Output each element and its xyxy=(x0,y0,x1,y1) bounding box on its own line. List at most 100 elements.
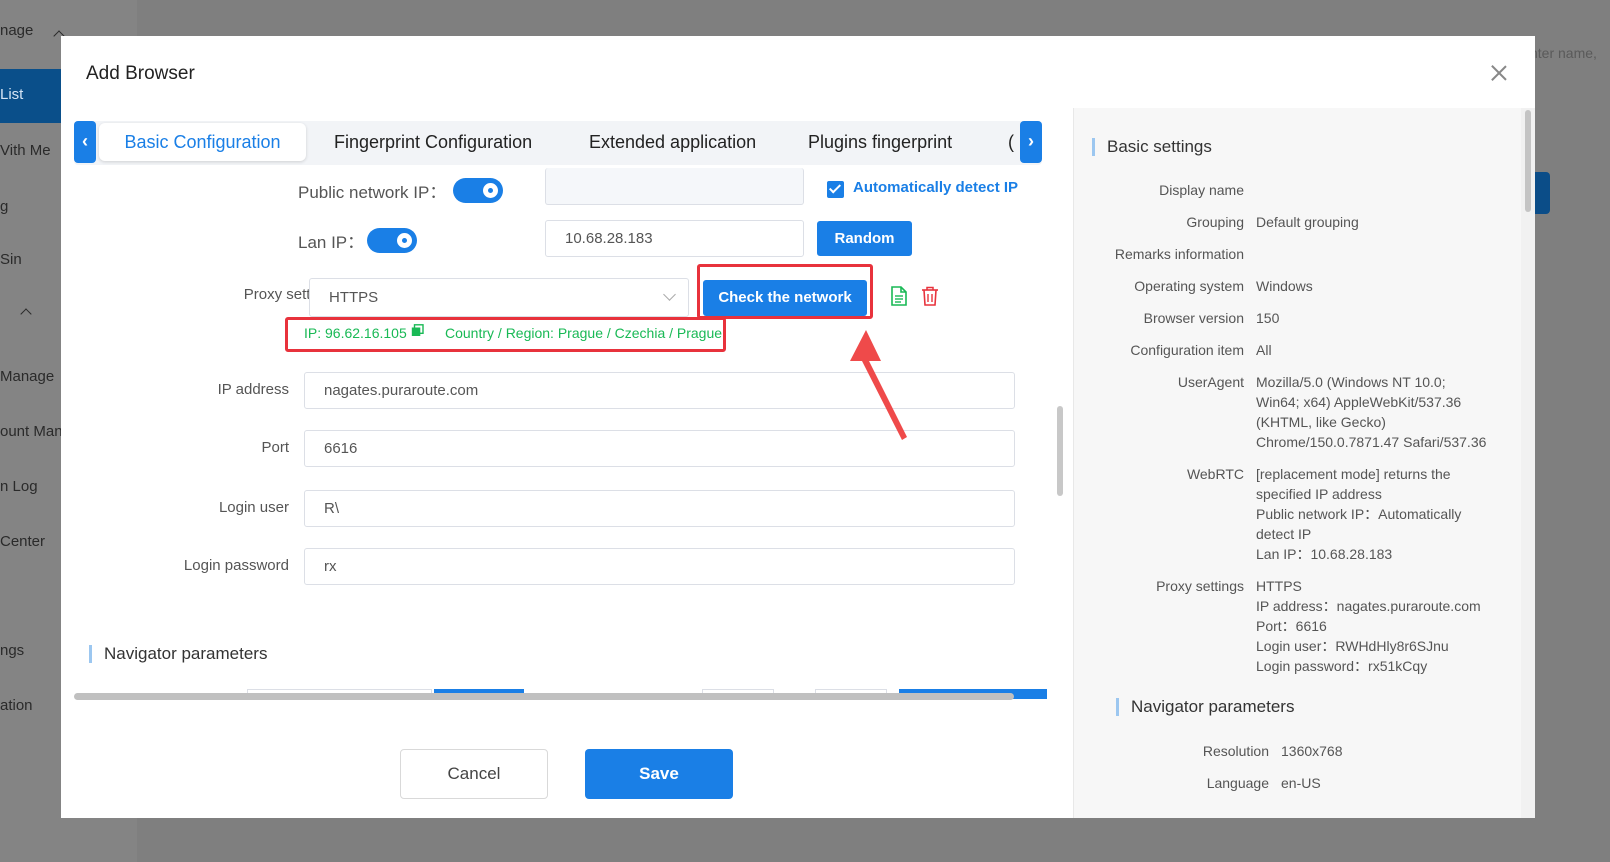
summary-key: WebRTC xyxy=(1186,466,1244,482)
summary-value-line: Login user：RWHdHly8r6SJnu xyxy=(1256,638,1449,654)
summary-value-line: [replacement mode] returns the xyxy=(1256,466,1451,482)
chevron-up-icon xyxy=(20,308,32,320)
tab-basic-configuration[interactable]: Basic Configuration xyxy=(99,123,306,161)
proxy-type-value: HTTPS xyxy=(329,289,379,306)
summary-value-line: Lan IP：10.68.28.183 xyxy=(1256,546,1393,562)
tab-fingerprint-configuration[interactable]: Fingerprint Configuration xyxy=(334,123,532,161)
summary-value-line: All xyxy=(1256,342,1272,358)
background-sidebar-item: ount Man xyxy=(0,423,63,440)
background-sidebar-item: n Log xyxy=(0,478,38,495)
scrollbar-thumb[interactable] xyxy=(1525,110,1531,212)
background-sidebar-item: ation xyxy=(0,697,33,714)
summary-value-line: Port：6616 xyxy=(1256,618,1327,634)
chevron-down-icon xyxy=(663,288,676,301)
background-sidebar-item: nage xyxy=(0,22,34,39)
summary-value-line: Chrome/150.0.7871.47 Safari/537.36 xyxy=(1256,434,1487,450)
cancel-button[interactable]: Cancel xyxy=(400,749,548,799)
background-sidebar-item: Vith Me xyxy=(0,142,51,159)
ip-address-label: IP address xyxy=(217,381,289,398)
dialog-title: Add Browser xyxy=(86,63,195,84)
summary-value-line: 1360x768 xyxy=(1281,743,1343,759)
summary-key: Grouping xyxy=(1186,214,1244,230)
summary-value-line: (KHTML, like Gecko) xyxy=(1256,414,1386,430)
summary-value-line: Windows xyxy=(1256,278,1313,294)
summary-value-line: Mozilla/5.0 (Windows NT 10.0; xyxy=(1256,374,1446,390)
summary-navigator-heading: Navigator parameters xyxy=(1116,698,1294,716)
lan-ip-toggle[interactable] xyxy=(367,228,417,253)
summary-key: Display name xyxy=(1159,182,1244,198)
summary-key: Language xyxy=(1206,775,1269,791)
background-sidebar-item-label: List xyxy=(0,86,24,103)
check-result-highlight xyxy=(285,317,726,352)
delete-icon[interactable] xyxy=(921,286,939,306)
lan-ip-label: Lan IP： xyxy=(298,233,365,252)
close-icon[interactable] xyxy=(1488,62,1510,84)
login-password-input[interactable]: rx xyxy=(304,548,1015,585)
config-panel: ‹ Basic Configuration Fingerprint Config… xyxy=(61,108,1073,818)
tab-plugins-fingerprint[interactable]: Plugins fingerprint xyxy=(808,123,952,161)
summary-value: All xyxy=(1256,340,1501,360)
ip-address-input[interactable]: nagates.puraroute.com xyxy=(304,372,1015,409)
port-label: Port xyxy=(261,439,289,456)
tab-bar: ‹ Basic Configuration Fingerprint Config… xyxy=(74,121,1042,165)
summary-value-line: 150 xyxy=(1256,310,1280,326)
summary-key: Configuration item xyxy=(1130,342,1244,358)
background-sidebar-item: Manage xyxy=(0,368,55,385)
summary-value: Windows xyxy=(1256,276,1501,296)
summary-value-line: Public network IP：Automatically xyxy=(1256,506,1462,522)
summary-value xyxy=(1256,244,1501,264)
login-user-label: Login user xyxy=(218,499,289,516)
summary-value-line xyxy=(1256,244,1501,264)
background-sidebar-item: Center xyxy=(0,533,46,550)
port-input[interactable]: 6616 xyxy=(304,430,1015,467)
summary-key: Proxy settings xyxy=(1156,578,1244,594)
proxy-type-select[interactable]: HTTPS xyxy=(309,278,689,317)
background-search-input: nter name, xyxy=(1530,45,1597,61)
background-sidebar-item: ngs xyxy=(0,642,25,659)
summary-value xyxy=(1256,180,1501,200)
summary-key: Operating system xyxy=(1134,278,1244,294)
auto-detect-checkbox[interactable] xyxy=(827,181,844,198)
public-ip-label: Public network IP： xyxy=(298,183,447,202)
add-browser-dialog: Add Browser ‹ Basic Configuration Finger… xyxy=(61,36,1535,818)
summary-value-line: Win64; x64) AppleWebKit/537.36 xyxy=(1256,394,1462,410)
config-form-area[interactable]: ‹ Basic Configuration Fingerprint Config… xyxy=(61,108,1073,732)
summary-value-line: detect IP xyxy=(1256,526,1312,542)
lan-ip-input[interactable]: 10.68.28.183 xyxy=(545,220,804,257)
summary-key: Remarks information xyxy=(1114,246,1244,262)
auto-detect-label[interactable]: Automatically detect IP xyxy=(853,179,1018,196)
check-network-highlight xyxy=(697,264,873,319)
navigator-parameters-heading: Navigator parameters xyxy=(89,645,267,663)
summary-value: HTTPS IP address：nagates.puraroute.com Por… xyxy=(1256,576,1501,676)
form-horizontal-scrollbar[interactable] xyxy=(74,693,1014,700)
summary-value: [replacement mode] returns the specified … xyxy=(1256,464,1501,564)
summary-key: UserAgent xyxy=(1177,374,1244,390)
dialog-footer: Cancel Save xyxy=(61,732,1073,818)
tab-partial[interactable]: ( xyxy=(1008,123,1018,161)
basic-settings-heading: Basic settings xyxy=(1092,138,1212,156)
summary-value: Default grouping xyxy=(1256,212,1501,232)
tab-extended-application[interactable]: Extended application xyxy=(589,123,756,161)
tab-scroll-left-button[interactable]: ‹ xyxy=(74,121,96,163)
summary-value: 150 xyxy=(1256,308,1501,328)
copy-config-icon[interactable] xyxy=(890,286,908,306)
form-vertical-scrollbar[interactable] xyxy=(1057,406,1063,496)
summary-value: en-US xyxy=(1281,773,1521,793)
public-ip-toggle[interactable] xyxy=(453,178,503,203)
login-password-label: Login password xyxy=(183,557,289,574)
summary-panel: Basic settings Display name Grouping Defau… xyxy=(1073,108,1521,818)
summary-value: 1360x768 xyxy=(1281,741,1521,761)
summary-value-line xyxy=(1256,180,1501,200)
save-button[interactable]: Save xyxy=(585,749,733,799)
background-sidebar-item: Sin xyxy=(0,251,22,268)
summary-value-line: specified IP address xyxy=(1256,486,1382,502)
summary-key: Resolution xyxy=(1202,743,1269,759)
tab-scroll-right-button[interactable]: › xyxy=(1020,121,1042,163)
background-sidebar-item: g xyxy=(0,198,9,215)
summary-value-line: Login password：rx51kCqy xyxy=(1256,658,1428,674)
random-button[interactable]: Random xyxy=(817,221,912,256)
login-user-input[interactable]: R\ xyxy=(304,490,1015,527)
summary-value-line: IP address：nagates.puraroute.com xyxy=(1256,598,1481,614)
summary-value-line: en-US xyxy=(1281,775,1321,791)
summary-scrollbar[interactable] xyxy=(1521,108,1535,818)
